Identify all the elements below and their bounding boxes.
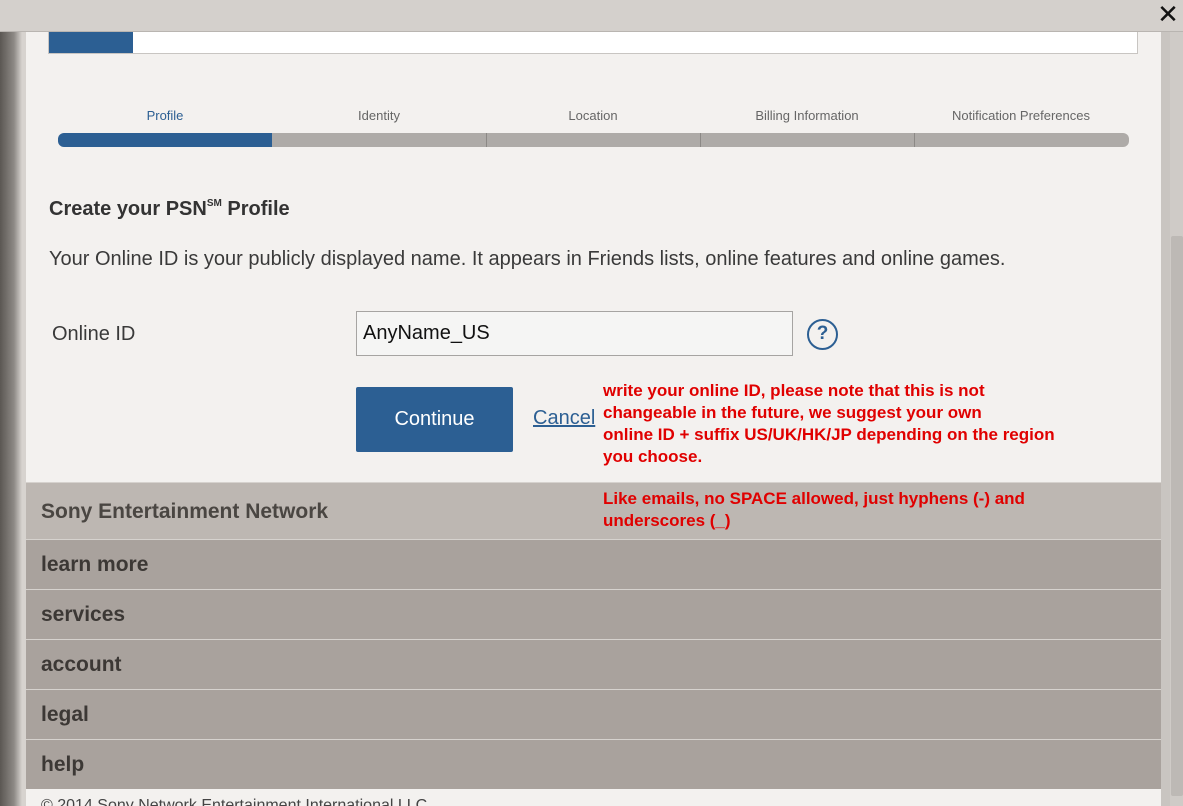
- step-divider: [700, 133, 701, 147]
- help-icon[interactable]: ?: [807, 319, 838, 350]
- annotation-line: you choose.: [603, 447, 703, 466]
- footer-link-account[interactable]: account: [26, 639, 1161, 689]
- step-identity-label: Identity: [358, 108, 400, 123]
- annotation-note: write your online ID, please note that t…: [603, 380, 1123, 468]
- annotation-line: changeable in the future, we suggest you…: [603, 403, 982, 422]
- top-progress-fill: [49, 32, 133, 53]
- step-divider: [914, 133, 915, 147]
- scrollbar-thumb[interactable]: [1171, 236, 1183, 796]
- step-location-bar: [486, 133, 700, 147]
- close-icon[interactable]: ✕: [1155, 2, 1181, 28]
- step-identity-bar: [272, 133, 486, 147]
- footer-link-learn-more[interactable]: learn more: [26, 539, 1161, 589]
- step-location-label: Location: [568, 108, 618, 123]
- continue-button[interactable]: Continue: [356, 387, 513, 452]
- step-divider: [486, 133, 487, 147]
- annotation-line: write your online ID, please note that t…: [603, 381, 985, 400]
- footer-link-services[interactable]: services: [26, 589, 1161, 639]
- annotation-line: underscores (_): [603, 511, 731, 530]
- cancel-link[interactable]: Cancel: [533, 407, 595, 430]
- page-title: Create your PSNSM Profile: [49, 198, 290, 220]
- step-profile-bar: [58, 133, 272, 147]
- top-progress-bar: [48, 32, 1138, 54]
- step-notifications-bar: [914, 133, 1129, 147]
- copyright-text: © 2014 Sony Network Entertainment Intern…: [41, 797, 428, 806]
- annotation-line: Like emails, no SPACE allowed, just hyph…: [603, 489, 1025, 508]
- overlay-top-bar: ✕: [0, 0, 1183, 32]
- step-billing-bar: [700, 133, 914, 147]
- signup-modal: Profile Identity Location Billing Inform…: [26, 32, 1161, 806]
- step-billing-label: Billing Information: [755, 108, 859, 123]
- annotation-line: online ID + suffix US/UK/HK/JP depending…: [603, 425, 1055, 444]
- footer-link-help[interactable]: help: [26, 739, 1161, 789]
- footer-link-legal[interactable]: legal: [26, 689, 1161, 739]
- intro-text: Your Online ID is your publicly displaye…: [49, 248, 1006, 270]
- page-backdrop: [0, 0, 26, 806]
- online-id-label: Online ID: [52, 323, 136, 345]
- step-profile-label: Profile: [146, 108, 184, 123]
- online-id-input[interactable]: [356, 311, 793, 356]
- step-notifications-label: Notification Preferences: [951, 108, 1090, 123]
- annotation-note: Like emails, no SPACE allowed, just hyph…: [603, 488, 1123, 532]
